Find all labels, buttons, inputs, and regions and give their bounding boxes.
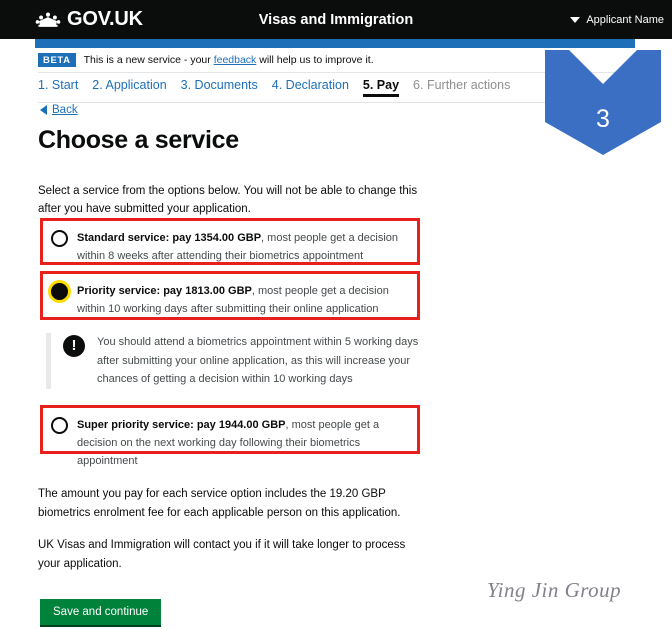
option-super-text: Super priority service: pay 1944.00 GBP,… xyxy=(77,416,407,470)
phase-text-before: This is a new service - your xyxy=(83,54,214,66)
gov-header: GOV.UK Visas and Immigration Applicant N… xyxy=(0,0,672,39)
phase-banner-text: This is a new service - your feedback wi… xyxy=(84,54,374,66)
govuk-brand[interactable]: GOV.UK xyxy=(35,8,143,31)
page-title: Choose a service xyxy=(38,126,239,154)
back-label: Back xyxy=(52,104,78,116)
step-5-pay[interactable]: 5. Pay xyxy=(362,78,400,97)
phase-text-after: will help us to improve it. xyxy=(256,54,374,66)
account-menu[interactable]: Applicant Name xyxy=(570,14,664,26)
option-priority-price: Priority service: pay 1813.00 GBP xyxy=(77,285,252,297)
radio-priority-service[interactable] xyxy=(51,283,68,300)
step-6-further-actions: 6. Further actions xyxy=(413,78,511,92)
option-super-price: Super priority service: pay 1944.00 GBP xyxy=(77,419,286,431)
beta-badge: BETA xyxy=(38,52,76,68)
feedback-link[interactable]: feedback xyxy=(214,54,257,66)
biometrics-fee-note: The amount you pay for each service opti… xyxy=(38,487,401,520)
step-4-declaration[interactable]: 4. Declaration xyxy=(272,78,349,92)
service-option-standard[interactable]: Standard service: pay 1354.00 GBP, most … xyxy=(40,218,420,265)
annotation-number-label: 3 xyxy=(596,105,610,133)
brand-label: GOV.UK xyxy=(67,8,143,30)
option-standard-text: Standard service: pay 1354.00 GBP, most … xyxy=(77,229,407,265)
crown-icon xyxy=(35,12,61,27)
option-standard-price: Standard service: pay 1354.00 GBP xyxy=(77,232,262,244)
chevron-down-icon xyxy=(570,16,581,23)
chevron-down-annotation-icon xyxy=(545,50,661,155)
service-option-super-priority[interactable]: Super priority service: pay 1944.00 GBP,… xyxy=(40,405,420,467)
radio-super-priority-service[interactable] xyxy=(51,417,68,434)
phase-banner: BETA This is a new service - your feedba… xyxy=(38,48,628,73)
arrow-left-icon xyxy=(40,105,47,115)
page-intro: Select a service from the options below.… xyxy=(38,184,418,216)
option-priority-text: Priority service: pay 1813.00 GBP, most … xyxy=(77,282,407,318)
biometrics-callout-text: You should attend a biometrics appointme… xyxy=(97,336,419,386)
annotation-chevron-3: 3 xyxy=(545,50,661,155)
back-link[interactable]: Back xyxy=(40,104,78,116)
step-1-start[interactable]: 1. Start xyxy=(38,78,78,92)
radio-standard-service[interactable] xyxy=(51,230,68,247)
account-name-label: Applicant Name xyxy=(586,13,664,26)
watermark: Ying Jin Group xyxy=(487,578,622,602)
step-3-documents[interactable]: 3. Documents xyxy=(181,78,258,92)
exclamation-icon: ! xyxy=(63,335,85,357)
processing-time-note: UK Visas and Immigration will contact yo… xyxy=(38,538,406,571)
biometrics-callout: ! You should attend a biometrics appoint… xyxy=(46,333,446,390)
save-and-continue-button[interactable]: Save and continue xyxy=(40,599,162,627)
blue-accent-strip xyxy=(35,39,635,48)
service-option-priority[interactable]: Priority service: pay 1813.00 GBP, most … xyxy=(40,271,420,320)
step-2-application[interactable]: 2. Application xyxy=(92,78,166,92)
